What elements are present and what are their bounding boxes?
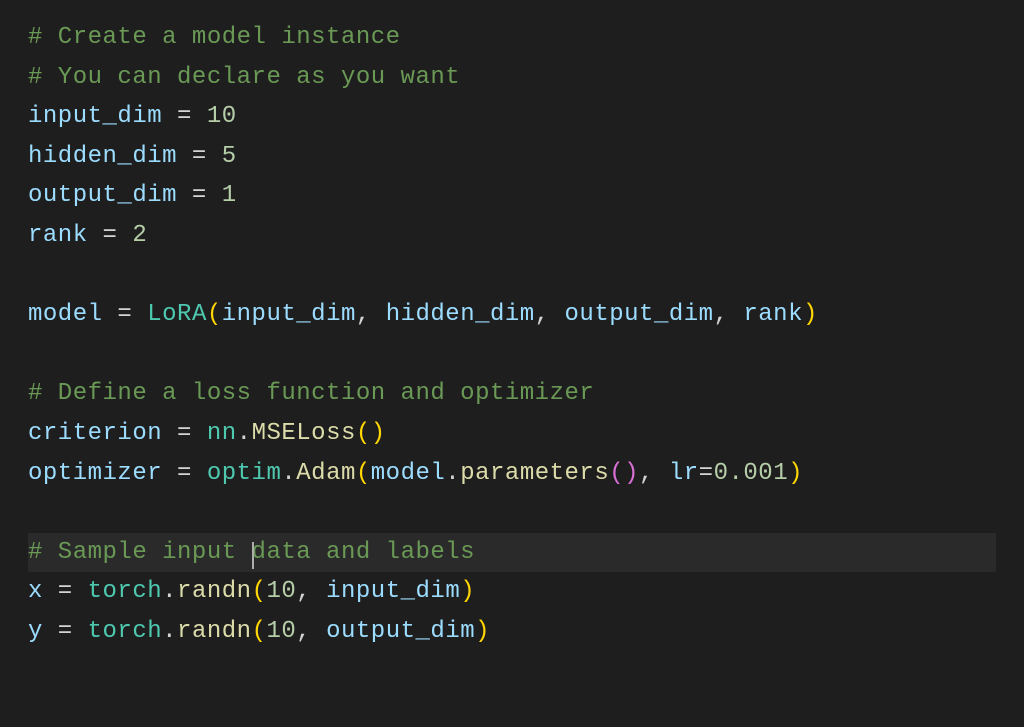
operator: = <box>43 578 88 605</box>
paren: ) <box>803 301 818 328</box>
comma: , <box>535 301 565 328</box>
module: nn <box>207 420 237 447</box>
comma: , <box>296 618 326 645</box>
variable: output_dim <box>28 182 177 209</box>
method-name: parameters <box>460 460 609 487</box>
code-editor[interactable]: # Create a model instance # You can decl… <box>28 18 996 652</box>
comma: , <box>296 578 326 605</box>
number-literal: 10 <box>207 103 237 130</box>
paren: ) <box>624 460 639 487</box>
argument: model <box>371 460 446 487</box>
operator: = <box>88 222 133 249</box>
comma: , <box>639 460 669 487</box>
paren: ( <box>356 460 371 487</box>
operator: = <box>162 420 207 447</box>
number-literal: 1 <box>222 182 237 209</box>
class-name: LoRA <box>147 301 207 328</box>
function-name: Adam <box>296 460 356 487</box>
comment-line: # Define a loss function and optimizer <box>28 380 594 407</box>
text-cursor <box>252 542 254 568</box>
paren: ( <box>207 301 222 328</box>
paren: ( <box>252 618 267 645</box>
paren: ( <box>252 578 267 605</box>
argument: input_dim <box>326 578 460 605</box>
operator: = <box>103 301 148 328</box>
variable: optimizer <box>28 460 162 487</box>
keyword-arg: lr <box>669 460 699 487</box>
comment-line: # Create a model instance <box>28 24 401 51</box>
operator: = <box>177 182 222 209</box>
number-literal: 5 <box>222 143 237 170</box>
argument: output_dim <box>326 618 475 645</box>
dot: . <box>445 460 460 487</box>
operator: = <box>177 143 222 170</box>
dot: . <box>162 618 177 645</box>
variable: input_dim <box>28 103 162 130</box>
argument: input_dim <box>222 301 356 328</box>
argument: hidden_dim <box>386 301 535 328</box>
module: torch <box>88 618 163 645</box>
class-name: MSELoss <box>252 420 356 447</box>
operator: = <box>699 460 714 487</box>
variable: criterion <box>28 420 162 447</box>
paren: ( <box>356 420 371 447</box>
module: optim <box>207 460 282 487</box>
number-literal: 2 <box>132 222 147 249</box>
variable: hidden_dim <box>28 143 177 170</box>
variable: rank <box>28 222 88 249</box>
comment-line: # Sample input data and labels <box>28 539 475 566</box>
dot: . <box>237 420 252 447</box>
comma: , <box>714 301 744 328</box>
paren: ) <box>460 578 475 605</box>
dot: . <box>281 460 296 487</box>
variable: model <box>28 301 103 328</box>
number-literal: 0.001 <box>714 460 789 487</box>
number-literal: 10 <box>266 578 296 605</box>
module: torch <box>88 578 163 605</box>
function-name: randn <box>177 618 252 645</box>
comma: , <box>356 301 386 328</box>
operator: = <box>43 618 88 645</box>
comment-line: # You can declare as you want <box>28 64 460 91</box>
variable: x <box>28 578 43 605</box>
paren: ) <box>371 420 386 447</box>
paren: ( <box>609 460 624 487</box>
function-name: randn <box>177 578 252 605</box>
argument: output_dim <box>565 301 714 328</box>
operator: = <box>162 460 207 487</box>
operator: = <box>162 103 207 130</box>
paren: ) <box>788 460 803 487</box>
variable: y <box>28 618 43 645</box>
number-literal: 10 <box>266 618 296 645</box>
paren: ) <box>475 618 490 645</box>
dot: . <box>162 578 177 605</box>
argument: rank <box>743 301 803 328</box>
